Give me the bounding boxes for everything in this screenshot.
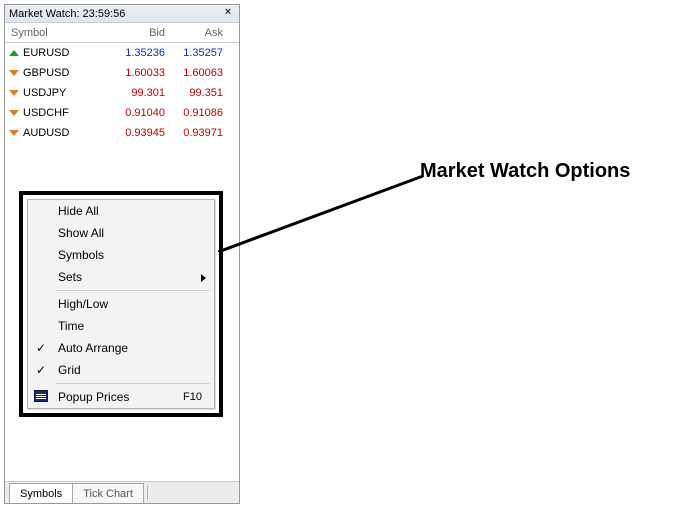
bid-cell: 1.35236 xyxy=(101,47,171,59)
panel-titlebar: Market Watch: 23:59:56 × xyxy=(5,5,239,23)
context-menu-highlight: Hide All Show All Symbols Sets High/Low xyxy=(19,191,223,417)
context-menu: Hide All Show All Symbols Sets High/Low xyxy=(27,199,215,409)
symbol-cell: AUDUSD xyxy=(23,127,69,139)
menu-item-time[interactable]: Time xyxy=(28,315,214,337)
menu-label: Popup Prices xyxy=(58,390,129,404)
menu-separator xyxy=(56,290,210,291)
menu-item-popup-prices[interactable]: Popup Prices F10 xyxy=(28,386,214,408)
menu-separator xyxy=(56,383,210,384)
menu-label: Show All xyxy=(58,226,104,240)
menu-item-hide-all[interactable]: Hide All xyxy=(28,200,214,222)
menu-shortcut: F10 xyxy=(183,391,202,403)
symbol-cell: USDCHF xyxy=(23,107,69,119)
close-icon[interactable]: × xyxy=(221,6,235,20)
table-row[interactable]: USDCHF 0.91040 0.91086 xyxy=(5,103,239,123)
menu-item-symbols[interactable]: Symbols xyxy=(28,244,214,266)
menu-item-auto-arrange[interactable]: ✓ Auto Arrange xyxy=(28,337,214,359)
ask-cell: 99.351 xyxy=(171,87,231,99)
chevron-right-icon xyxy=(201,274,206,282)
arrow-up-icon xyxy=(9,48,19,58)
menu-label: Sets xyxy=(58,270,82,284)
menu-label: Hide All xyxy=(58,204,99,218)
table-row[interactable]: EURUSD 1.35236 1.35257 xyxy=(5,43,239,63)
arrow-down-icon xyxy=(9,88,19,98)
tab-symbols[interactable]: Symbols xyxy=(9,483,73,503)
menu-item-show-all[interactable]: Show All xyxy=(28,222,214,244)
checkmark-icon: ✓ xyxy=(36,363,46,377)
arrow-down-icon xyxy=(9,128,19,138)
bid-cell: 0.91040 xyxy=(101,107,171,119)
tab-label: Tick Chart xyxy=(83,488,133,500)
symbol-cell: USDJPY xyxy=(23,87,66,99)
tab-tick-chart[interactable]: Tick Chart xyxy=(72,483,144,503)
col-header-ask[interactable]: Ask xyxy=(171,27,231,39)
ask-cell: 0.93971 xyxy=(171,127,231,139)
col-header-symbol[interactable]: Symbol xyxy=(5,27,101,39)
menu-label: Auto Arrange xyxy=(58,341,128,355)
table-row[interactable]: GBPUSD 1.60033 1.60063 xyxy=(5,63,239,83)
menu-label: Grid xyxy=(58,363,81,377)
annotation-label: Market Watch Options xyxy=(420,160,630,183)
symbol-cell: GBPUSD xyxy=(23,67,69,79)
col-header-bid[interactable]: Bid xyxy=(101,27,171,39)
panel-title: Market Watch: 23:59:56 xyxy=(9,8,125,20)
ask-cell: 1.60063 xyxy=(171,67,231,79)
panel-tabs: Symbols Tick Chart xyxy=(5,481,239,503)
table-body: EURUSD 1.35236 1.35257 GBPUSD 1.60033 1.… xyxy=(5,43,239,481)
checkmark-icon: ✓ xyxy=(36,341,46,355)
tab-label: Symbols xyxy=(20,488,62,500)
annotation-arrow xyxy=(218,172,428,252)
menu-item-grid[interactable]: ✓ Grid xyxy=(28,359,214,381)
menu-item-high-low[interactable]: High/Low xyxy=(28,293,214,315)
table-row[interactable]: USDJPY 99.301 99.351 xyxy=(5,83,239,103)
ask-cell: 1.35257 xyxy=(171,47,231,59)
menu-label: High/Low xyxy=(58,297,108,311)
tab-separator xyxy=(147,486,148,500)
arrow-down-icon xyxy=(9,68,19,78)
bid-cell: 1.60033 xyxy=(101,67,171,79)
table-header[interactable]: Symbol Bid Ask xyxy=(5,23,239,43)
menu-label: Symbols xyxy=(58,248,104,262)
table-row[interactable]: AUDUSD 0.93945 0.93971 xyxy=(5,123,239,143)
market-watch-panel: Market Watch: 23:59:56 × Symbol Bid Ask … xyxy=(4,4,240,504)
menu-item-sets[interactable]: Sets xyxy=(28,266,214,288)
menu-label: Time xyxy=(58,319,84,333)
ask-cell: 0.91086 xyxy=(171,107,231,119)
bid-cell: 99.301 xyxy=(101,87,171,99)
symbol-cell: EURUSD xyxy=(23,47,69,59)
bid-cell: 0.93945 xyxy=(101,127,171,139)
arrow-down-icon xyxy=(9,108,19,118)
popup-prices-icon xyxy=(34,390,48,402)
